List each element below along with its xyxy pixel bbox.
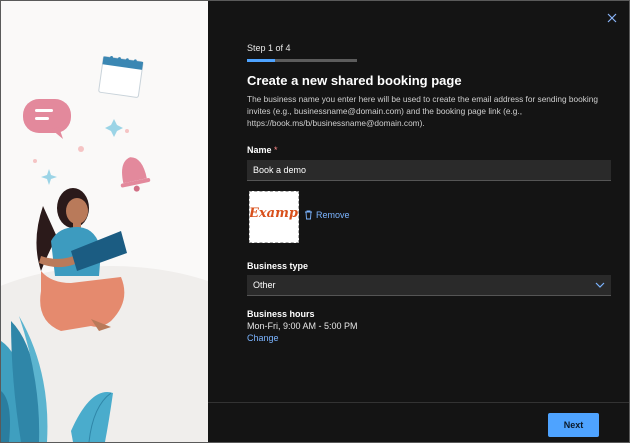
business-hours-label: Business hours — [247, 309, 315, 319]
chevron-down-icon — [595, 275, 605, 302]
page-description: The business name you enter here will be… — [247, 94, 598, 128]
business-type-dropdown[interactable]: Other — [247, 275, 611, 296]
booking-dialog: Step 1 of 4 Create a new shared booking … — [0, 0, 630, 443]
next-button[interactable]: Next — [548, 413, 599, 437]
business-hours-value: Mon-Fri, 9:00 AM - 5:00 PM — [247, 321, 358, 331]
sparkle-icon — [41, 169, 57, 185]
step-progress-bar — [247, 59, 357, 62]
logo-text: Example — [249, 206, 298, 221]
person-illustration — [36, 188, 127, 331]
chevron-down-glyph — [595, 282, 605, 288]
step-progress-fill — [247, 59, 275, 62]
business-logo: Example — [249, 191, 299, 243]
remove-label: Remove — [316, 210, 350, 220]
page-title: Create a new shared booking page — [247, 73, 462, 88]
name-label: Name * — [247, 145, 278, 155]
close-icon[interactable] — [603, 9, 621, 27]
business-type-label: Business type — [247, 261, 309, 271]
change-hours-link[interactable]: Change — [247, 333, 279, 343]
form-panel: Step 1 of 4 Create a new shared booking … — [208, 1, 629, 442]
sparkle-icon — [105, 119, 123, 137]
bell-icon — [120, 157, 151, 192]
illustration-panel — [1, 1, 208, 442]
name-label-text: Name — [247, 145, 272, 155]
remove-logo-button[interactable]: Remove — [304, 210, 350, 220]
business-type-value: Other — [253, 280, 276, 290]
footer-divider — [208, 402, 629, 403]
illustration — [1, 55, 208, 442]
calendar-icon — [98, 55, 144, 98]
trash-icon — [305, 210, 312, 220]
step-indicator: Step 1 of 4 — [247, 43, 291, 53]
chat-bubble-icon — [23, 99, 71, 139]
name-field[interactable] — [247, 160, 611, 181]
close-icon-glyph — [607, 13, 617, 23]
required-marker: * — [274, 145, 278, 155]
